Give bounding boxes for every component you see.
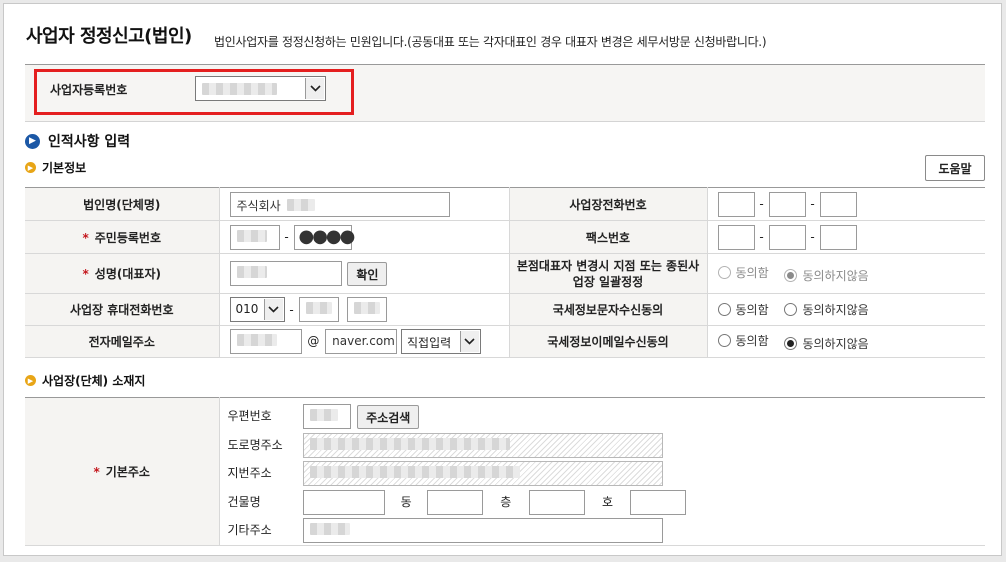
- biz-phone-3-input[interactable]: [819, 191, 857, 217]
- rep-name-input[interactable]: [229, 261, 342, 286]
- chevron-down-icon: [263, 299, 283, 320]
- fax-label: 팩스번호: [508, 220, 708, 254]
- table-row: * 성명(대표자) 확인 본점대표자 변경시 지점 또는 종된사업장 일괄정정 동…: [25, 253, 985, 294]
- fax-3-input[interactable]: [819, 224, 857, 250]
- email-agree-radio[interactable]: 동의함: [717, 332, 769, 349]
- sms-consent-label: 국세정보문자수신동의: [508, 293, 708, 326]
- email-label: 전자메일주소: [25, 325, 220, 358]
- mobile-2-input[interactable]: [298, 297, 339, 322]
- rep-change-disagree-radio[interactable]: 동의하지않음: [784, 267, 869, 284]
- dong-label: 동: [400, 495, 412, 509]
- resident-no-2-input[interactable]: ●●●●: [293, 224, 355, 250]
- help-button[interactable]: 도움말: [925, 155, 985, 181]
- corp-name-input[interactable]: 주식회사: [229, 191, 450, 217]
- mobile-3-input[interactable]: [346, 297, 387, 322]
- basic-info-table: 법인명(단체명) 주식회사 사업장전화번호 -- * 주민등록번호 - ●●●● 팩…: [25, 187, 985, 358]
- table-row: 사업장 휴대전화번호 010 - 국세정보문자수신동의 동의함 동의하지않음: [25, 293, 985, 326]
- fax-2-input[interactable]: [768, 224, 806, 250]
- location-title-text: 사업장(단체) 소재지: [42, 374, 146, 388]
- arrow-right-icon: ▶: [25, 133, 40, 149]
- chevron-down-icon: [459, 331, 479, 352]
- building-input[interactable]: [303, 490, 386, 515]
- dong-input[interactable]: [426, 490, 483, 515]
- ho-label: 호: [601, 495, 613, 509]
- biz-phone-2-input[interactable]: [768, 191, 806, 217]
- ho-input[interactable]: [630, 490, 687, 515]
- page-title: 사업자 정정신고(법인): [26, 26, 192, 47]
- table-row: * 주민등록번호 - ●●●● 팩스번호 --: [25, 220, 985, 254]
- email-domain-input[interactable]: naver.com: [325, 329, 398, 354]
- confirm-button[interactable]: 확인: [347, 261, 388, 286]
- basic-addr-label: * 기본주소: [25, 397, 220, 546]
- page-frame: 사업자 정정신고(법인) 법인사업자를 정정신청하는 민원입니다.(공동대표 또…: [3, 3, 1002, 556]
- email-id-input[interactable]: [229, 329, 302, 354]
- bullet-icon: ▶: [25, 375, 36, 386]
- mobile-label: 사업장 휴대전화번호: [25, 293, 220, 326]
- table-row: * 기본주소 우편번호 주소검색 도로명주소 지번주소 건물명 동 층 호 기타…: [25, 397, 985, 546]
- zip-label: 우편번호: [227, 409, 272, 423]
- floor-input[interactable]: [528, 490, 585, 515]
- resident-no-label: * 주민등록번호: [25, 220, 220, 254]
- corp-name-label: 법인명(단체명): [25, 187, 220, 221]
- building-label: 건물명: [227, 495, 261, 509]
- location-table: * 기본주소 우편번호 주소검색 도로명주소 지번주소 건물명 동 층 호 기타…: [25, 397, 985, 546]
- section-title: ▶ 인적사항 입력: [25, 131, 130, 151]
- rep-change-label: 본점대표자 변경시 지점 또는 종된사업장 일괄정정: [508, 253, 708, 294]
- road-addr-input[interactable]: [303, 433, 664, 458]
- name-label: * 성명(대표자): [25, 253, 220, 294]
- rep-change-agree-radio[interactable]: 동의함: [717, 264, 769, 281]
- lot-addr-label: 지번주소: [227, 466, 272, 480]
- location-title: ▶ 사업장(단체) 소재지: [25, 372, 145, 389]
- highlight-box: [34, 69, 354, 115]
- biz-phone-label: 사업장전화번호: [508, 187, 708, 221]
- resident-no-1-input[interactable]: [229, 224, 280, 250]
- address-search-button[interactable]: 주소검색: [357, 404, 420, 429]
- basic-info-title: ▶ 기본정보: [25, 159, 86, 176]
- basic-info-title-text: 기본정보: [42, 161, 87, 175]
- address-block: 우편번호 주소검색 도로명주소 지번주소 건물명 동 층 호 기타주소: [219, 397, 985, 546]
- email-domain-select[interactable]: 직접입력: [400, 329, 481, 354]
- floor-label: 층: [500, 495, 512, 509]
- sms-disagree-radio[interactable]: 동의하지않음: [784, 301, 869, 318]
- fax-1-input[interactable]: [717, 224, 755, 250]
- road-addr-label: 도로명주소: [227, 438, 283, 452]
- mobile-prefix-select[interactable]: 010: [229, 297, 285, 322]
- section-title-text: 인적사항 입력: [48, 134, 131, 150]
- biz-phone-1-input[interactable]: [717, 191, 755, 217]
- biz-reg-panel: 사업자등록번호: [25, 64, 985, 122]
- bullet-icon: ▶: [25, 162, 36, 173]
- page-subtitle: 법인사업자를 정정신청하는 민원입니다.(공동대표 또는 각자대표인 경우 대표…: [214, 35, 767, 49]
- table-row: 법인명(단체명) 주식회사 사업장전화번호 --: [25, 187, 985, 221]
- email-disagree-radio[interactable]: 동의하지않음: [784, 335, 869, 352]
- lot-addr-input[interactable]: [303, 461, 664, 486]
- etc-addr-input[interactable]: [303, 518, 664, 543]
- table-row: 전자메일주소 @ naver.com 직접입력 국세정보이메일수신동의 동의함 …: [25, 325, 985, 358]
- etc-addr-label: 기타주소: [227, 523, 272, 537]
- email-consent-label: 국세정보이메일수신동의: [508, 325, 708, 358]
- zip-input[interactable]: [303, 404, 352, 429]
- sms-agree-radio[interactable]: 동의함: [717, 301, 769, 318]
